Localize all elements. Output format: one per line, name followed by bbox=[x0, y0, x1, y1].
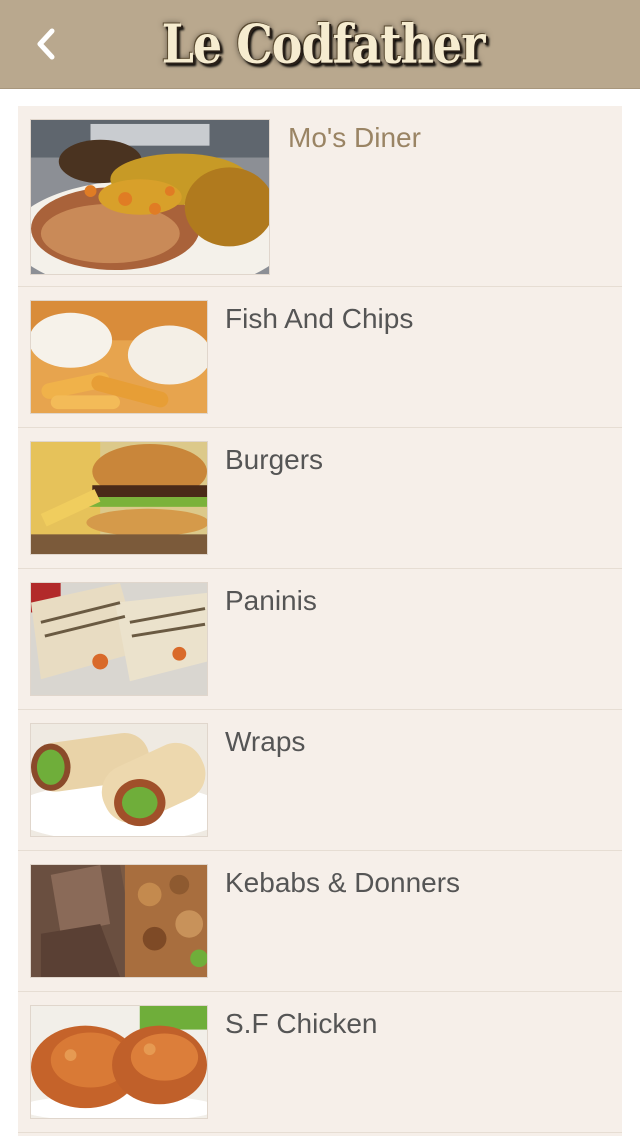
paninis-image bbox=[30, 582, 208, 696]
menu-list: Mo's Diner Fish And Chips Burgers Panini… bbox=[18, 106, 622, 1136]
menu-item-label: Mo's Diner bbox=[288, 122, 421, 153]
menu-item-label: S.F Chicken bbox=[225, 1008, 378, 1039]
menu-item-paninis[interactable]: Paninis bbox=[18, 569, 622, 710]
fish-and-chips-image bbox=[30, 300, 208, 414]
menu-item-kebabs-donners[interactable]: Kebabs & Donners bbox=[18, 851, 622, 992]
chevron-left-icon bbox=[37, 28, 55, 60]
menu-item-label: Wraps bbox=[225, 726, 306, 757]
menu-item-wraps[interactable]: Wraps bbox=[18, 710, 622, 851]
menu-item-mos-diner[interactable]: Mo's Diner bbox=[18, 106, 622, 287]
mos-diner-image bbox=[30, 119, 270, 275]
menu-item-label: Kebabs & Donners bbox=[225, 867, 461, 898]
wraps-image bbox=[30, 723, 208, 837]
menu-item-fish-and-chips[interactable]: Fish And Chips bbox=[18, 287, 622, 428]
sf-chicken-image bbox=[30, 1005, 208, 1119]
menu-item-label: Paninis bbox=[225, 585, 317, 616]
menu-item-label: Fish And Chips bbox=[225, 303, 414, 334]
back-button[interactable] bbox=[20, 18, 72, 70]
app-header: Le Codfather bbox=[0, 0, 640, 89]
menu-item-sf-chicken[interactable]: S.F Chicken bbox=[18, 992, 622, 1133]
burgers-image bbox=[30, 441, 208, 555]
kebabs-donners-image bbox=[30, 864, 208, 978]
app-logo: Le Codfather bbox=[161, 12, 486, 76]
menu-item-label: Burgers bbox=[225, 444, 324, 475]
menu-item-burgers[interactable]: Burgers bbox=[18, 428, 622, 569]
